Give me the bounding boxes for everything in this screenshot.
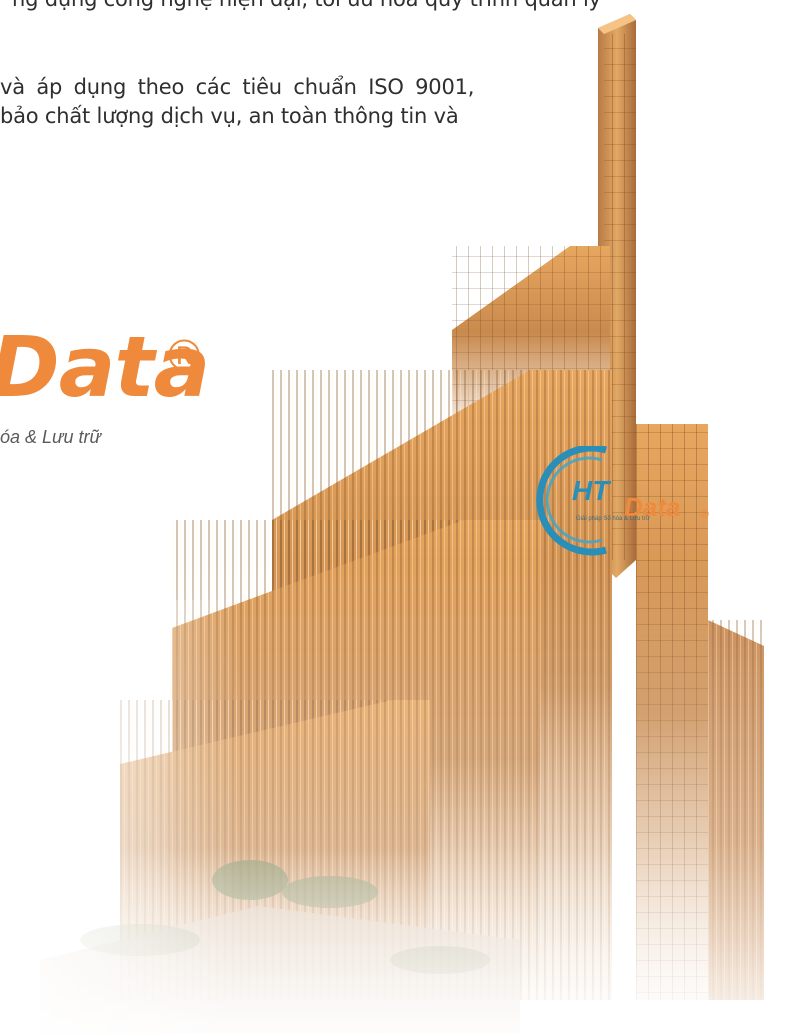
paragraph-top-line: ng dụng công nghệ hiện đại, tối ưu hóa q… [12, 0, 601, 13]
logo-slogan: Giải pháp Số hóa & Lưu trữ [576, 516, 650, 522]
logo-initials: HT [572, 475, 612, 506]
logo-registered-mark: ® [700, 507, 709, 521]
building-logo: HT Data ® Giải pháp Số hóa & Lưu trữ [536, 446, 709, 556]
brand-registered-mark: ® [168, 331, 201, 380]
brand-tagline: óa & Lưu trữ [0, 427, 101, 447]
paragraph-line-1: và áp dụng theo các tiêu chuẩn ISO 9001, [0, 75, 475, 99]
document-page: HT Data ® Giải pháp Số hóa & Lưu trữ ng … [0, 0, 795, 1034]
paragraph-line-2: bảo chất lượng dịch vụ, an toàn thông ti… [0, 104, 459, 128]
